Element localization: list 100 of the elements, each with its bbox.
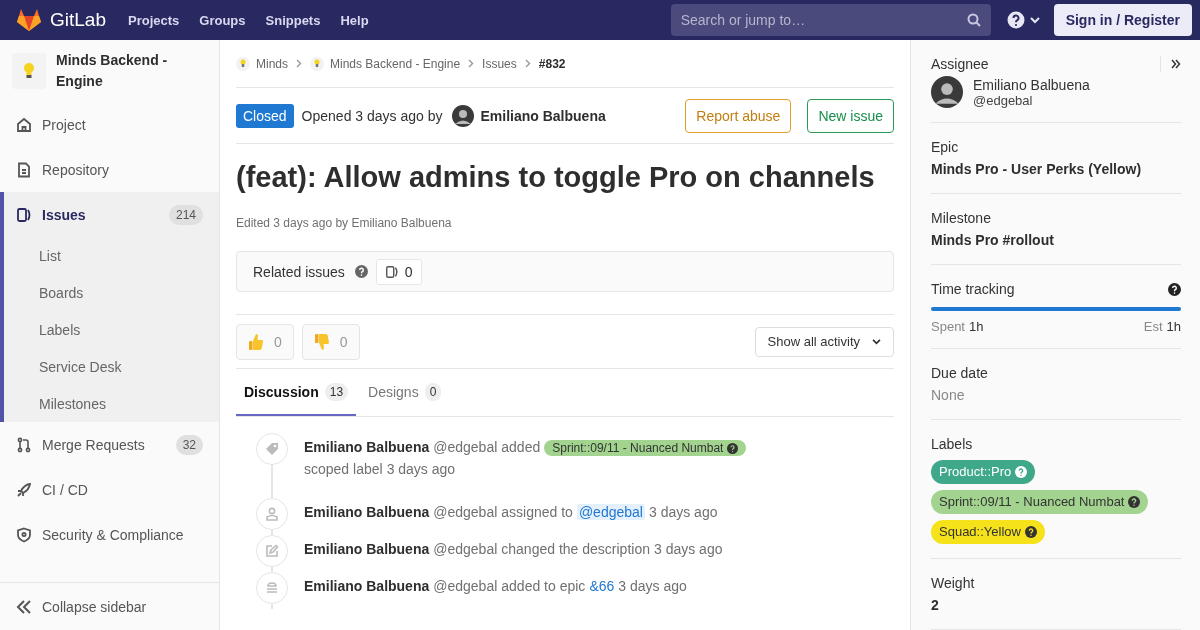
- breadcrumb-link[interactable]: Minds Backend - Engine: [330, 56, 461, 71]
- double-chevron-left-icon: [16, 599, 32, 614]
- spent-value: 1h: [969, 319, 984, 334]
- document-icon: [16, 161, 32, 178]
- project-name[interactable]: Minds Backend - Engine: [56, 50, 209, 92]
- scoped-label[interactable]: Squad::Yellow: [931, 520, 1045, 544]
- help-icon: [1006, 11, 1025, 29]
- help-dropdown[interactable]: [1006, 11, 1040, 29]
- lightbulb-icon: [314, 59, 320, 68]
- activity-text: changed the description: [501, 541, 650, 557]
- tab[interactable]: Designs 0: [360, 369, 450, 416]
- estimate-value: 1h: [1166, 319, 1181, 334]
- avatar-icon: [931, 76, 963, 108]
- search-field[interactable]: Search or jump to…: [670, 4, 991, 36]
- nav-link[interactable]: Groups: [199, 12, 246, 28]
- new-issue-button[interactable]: New issue: [807, 98, 894, 133]
- chevron-down-icon: [872, 338, 881, 345]
- sidebar-subitem[interactable]: Labels: [4, 311, 219, 348]
- avatar-icon: [452, 104, 475, 127]
- help-icon: [727, 442, 739, 454]
- help-icon: [1128, 496, 1141, 508]
- username-text: @edgebal: [433, 439, 498, 455]
- related-issues-label: Related issues: [253, 263, 345, 280]
- scoped-label[interactable]: Sprint::09/11 - Nuanced Numbat: [544, 440, 747, 456]
- chevron-down-icon: [1029, 16, 1040, 24]
- logo-text[interactable]: GitLab: [50, 9, 106, 31]
- epic-link[interactable]: Minds Pro - User Perks (Yellow): [931, 159, 1181, 179]
- activity-filter-dropdown[interactable]: Show all activity: [754, 326, 894, 357]
- thumbs-up-icon: [248, 332, 264, 351]
- edited-text: Edited 3 days ago by Emiliano Balbuena: [236, 216, 453, 230]
- help-icon: [354, 265, 368, 278]
- username-text: @edgebal: [433, 578, 498, 594]
- activity-text: added to epic: [501, 578, 586, 594]
- tab[interactable]: Discussion 13: [236, 369, 357, 416]
- milestone-link[interactable]: Minds Pro #rollout: [931, 230, 1181, 250]
- rocket-icon: [16, 481, 32, 498]
- sidebar-item[interactable]: Issues 214: [4, 192, 219, 237]
- author-link[interactable]: Emiliano Balbuena: [304, 504, 430, 520]
- sidebar-subitem[interactable]: Service Desk: [4, 348, 219, 385]
- count-badge: 32: [175, 434, 203, 455]
- author-link[interactable]: Emiliano Balbuena: [480, 107, 606, 124]
- activity-text: added: [501, 439, 541, 455]
- double-chevron-right-icon[interactable]: [1171, 59, 1181, 69]
- lightbulb-icon: [23, 62, 35, 80]
- assignee-name[interactable]: Emiliano Balbuena: [973, 76, 1090, 93]
- collapse-sidebar-button[interactable]: Collapse sidebar: [0, 582, 219, 630]
- timestamp: 3 days ago: [618, 578, 687, 594]
- tag-icon: [256, 433, 288, 465]
- search-icon: [966, 13, 981, 27]
- sidebar-item[interactable]: CI / CD: [0, 467, 219, 512]
- fox-logo-icon[interactable]: [16, 8, 42, 32]
- chevron-right-icon: [468, 59, 475, 68]
- assignee-label: Assignee: [931, 55, 989, 74]
- sidebar-item[interactable]: Project: [0, 102, 219, 147]
- lightbulb-icon: [240, 59, 246, 68]
- user-mention-link[interactable]: @edgebal: [576, 504, 645, 520]
- sidebar-subitem[interactable]: Boards: [4, 274, 219, 311]
- issue-title: (feat): Allow admins to toggle Pro on channels: [236, 160, 876, 194]
- due-date-label: Due date: [931, 364, 989, 383]
- timestamp: 3 days ago: [386, 461, 456, 477]
- username-text: @edgebal: [433, 504, 498, 520]
- nav-link[interactable]: Help: [340, 12, 369, 28]
- sidebar-subitem[interactable]: Milestones: [4, 385, 219, 422]
- help-icon[interactable]: [1168, 282, 1181, 296]
- time-tracking-label: Time tracking: [931, 280, 1015, 299]
- epic-link[interactable]: &66: [589, 578, 615, 594]
- sidebar-item[interactable]: Merge Requests 32: [0, 422, 219, 467]
- chevron-right-icon: [524, 59, 531, 68]
- pencil-icon: [256, 535, 288, 567]
- activity-text: assigned to: [501, 504, 573, 520]
- issues-icon: [16, 206, 32, 223]
- username-text: @edgebal: [433, 541, 498, 557]
- sidebar-item[interactable]: Repository: [0, 147, 219, 192]
- milestone-label: Milestone: [931, 209, 992, 228]
- sidebar-subitem[interactable]: List: [4, 237, 219, 274]
- issues-icon: [384, 263, 399, 280]
- nav-link[interactable]: Snippets: [265, 12, 321, 28]
- thumbs-down-icon: [313, 332, 330, 351]
- nav-link[interactable]: Projects: [128, 12, 180, 28]
- scoped-label[interactable]: Sprint::09/11 - Nuanced Numbat: [931, 490, 1149, 514]
- user-icon: [256, 498, 288, 530]
- activity-text: scoped label: [304, 461, 383, 477]
- spent-label: Spent: [931, 319, 965, 334]
- weight-value: 2: [931, 596, 940, 615]
- help-icon: [1024, 526, 1037, 538]
- breadcrumb-link[interactable]: Minds: [256, 56, 288, 71]
- timestamp: 3 days ago: [653, 541, 723, 557]
- count-badge: 214: [168, 204, 203, 225]
- author-link[interactable]: Emiliano Balbuena: [304, 439, 430, 455]
- sidebar-item[interactable]: Security & Compliance: [0, 512, 219, 557]
- epic-label: Epic: [931, 138, 960, 157]
- count-badge: 0: [424, 382, 442, 401]
- author-link[interactable]: Emiliano Balbuena: [304, 578, 430, 594]
- sign-in-button[interactable]: Sign in / Register: [1053, 4, 1192, 36]
- username-text: @edgebal: [973, 92, 1034, 108]
- author-link[interactable]: Emiliano Balbuena: [304, 541, 430, 557]
- epic-icon: [256, 572, 288, 604]
- breadcrumb-link[interactable]: #832: [538, 56, 566, 71]
- chevron-right-icon: [296, 59, 302, 68]
- breadcrumb-link[interactable]: Issues: [482, 56, 517, 71]
